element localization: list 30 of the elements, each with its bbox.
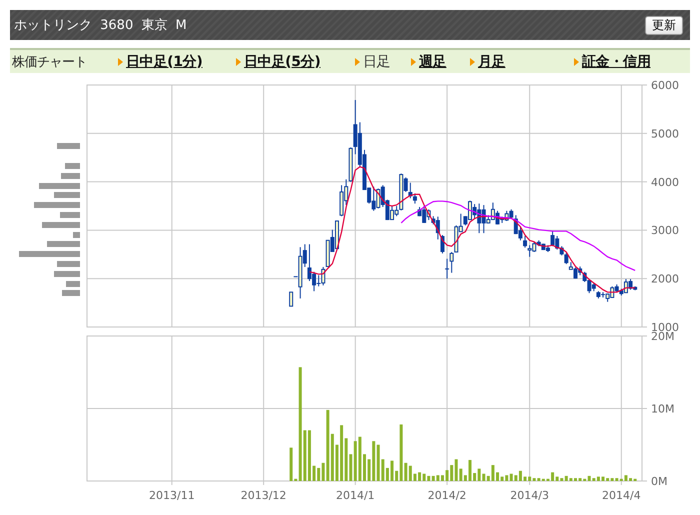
stock-title: ホットリンク 3680 東京 M	[14, 17, 187, 34]
chart-period-tab[interactable]: 証金・信用	[582, 52, 651, 70]
nav-label: 株価チャート	[11, 54, 88, 70]
triangle-icon	[355, 58, 360, 66]
axis-label: 2000	[651, 272, 679, 286]
axis-label: 5000	[651, 127, 679, 140]
axis-label: 2014/2	[428, 489, 466, 502]
axis-label: 2014/3	[510, 489, 549, 502]
axis-label: 20M	[651, 330, 674, 343]
axis-label: 10M	[651, 402, 674, 416]
axis-label: 2013/11	[149, 489, 195, 502]
axis-label: 2014/4	[602, 489, 641, 502]
axis-label: 0M	[651, 475, 668, 488]
triangle-icon	[236, 58, 241, 66]
axis-label: 4000	[651, 176, 679, 189]
chart-period-tab[interactable]: 日足	[363, 52, 390, 70]
chart-period-tab[interactable]: 日中足(5分)	[244, 52, 320, 70]
chart-period-tab[interactable]: 月足	[478, 52, 506, 70]
axis-label: 3000	[651, 224, 679, 238]
axis-label: 2014/1	[336, 489, 375, 502]
triangle-icon	[574, 58, 579, 66]
chart-period-tab[interactable]: 週足	[419, 52, 446, 70]
triangle-icon	[411, 58, 416, 66]
triangle-icon	[470, 58, 475, 66]
chart-period-tab[interactable]: 日中足(1分)	[126, 52, 202, 70]
refresh-button[interactable]: 更新	[645, 16, 683, 34]
axis-label: 2013/12	[240, 489, 286, 502]
triangle-icon	[118, 58, 123, 66]
candlestick	[289, 292, 294, 307]
axis-label: 6000	[651, 80, 679, 92]
